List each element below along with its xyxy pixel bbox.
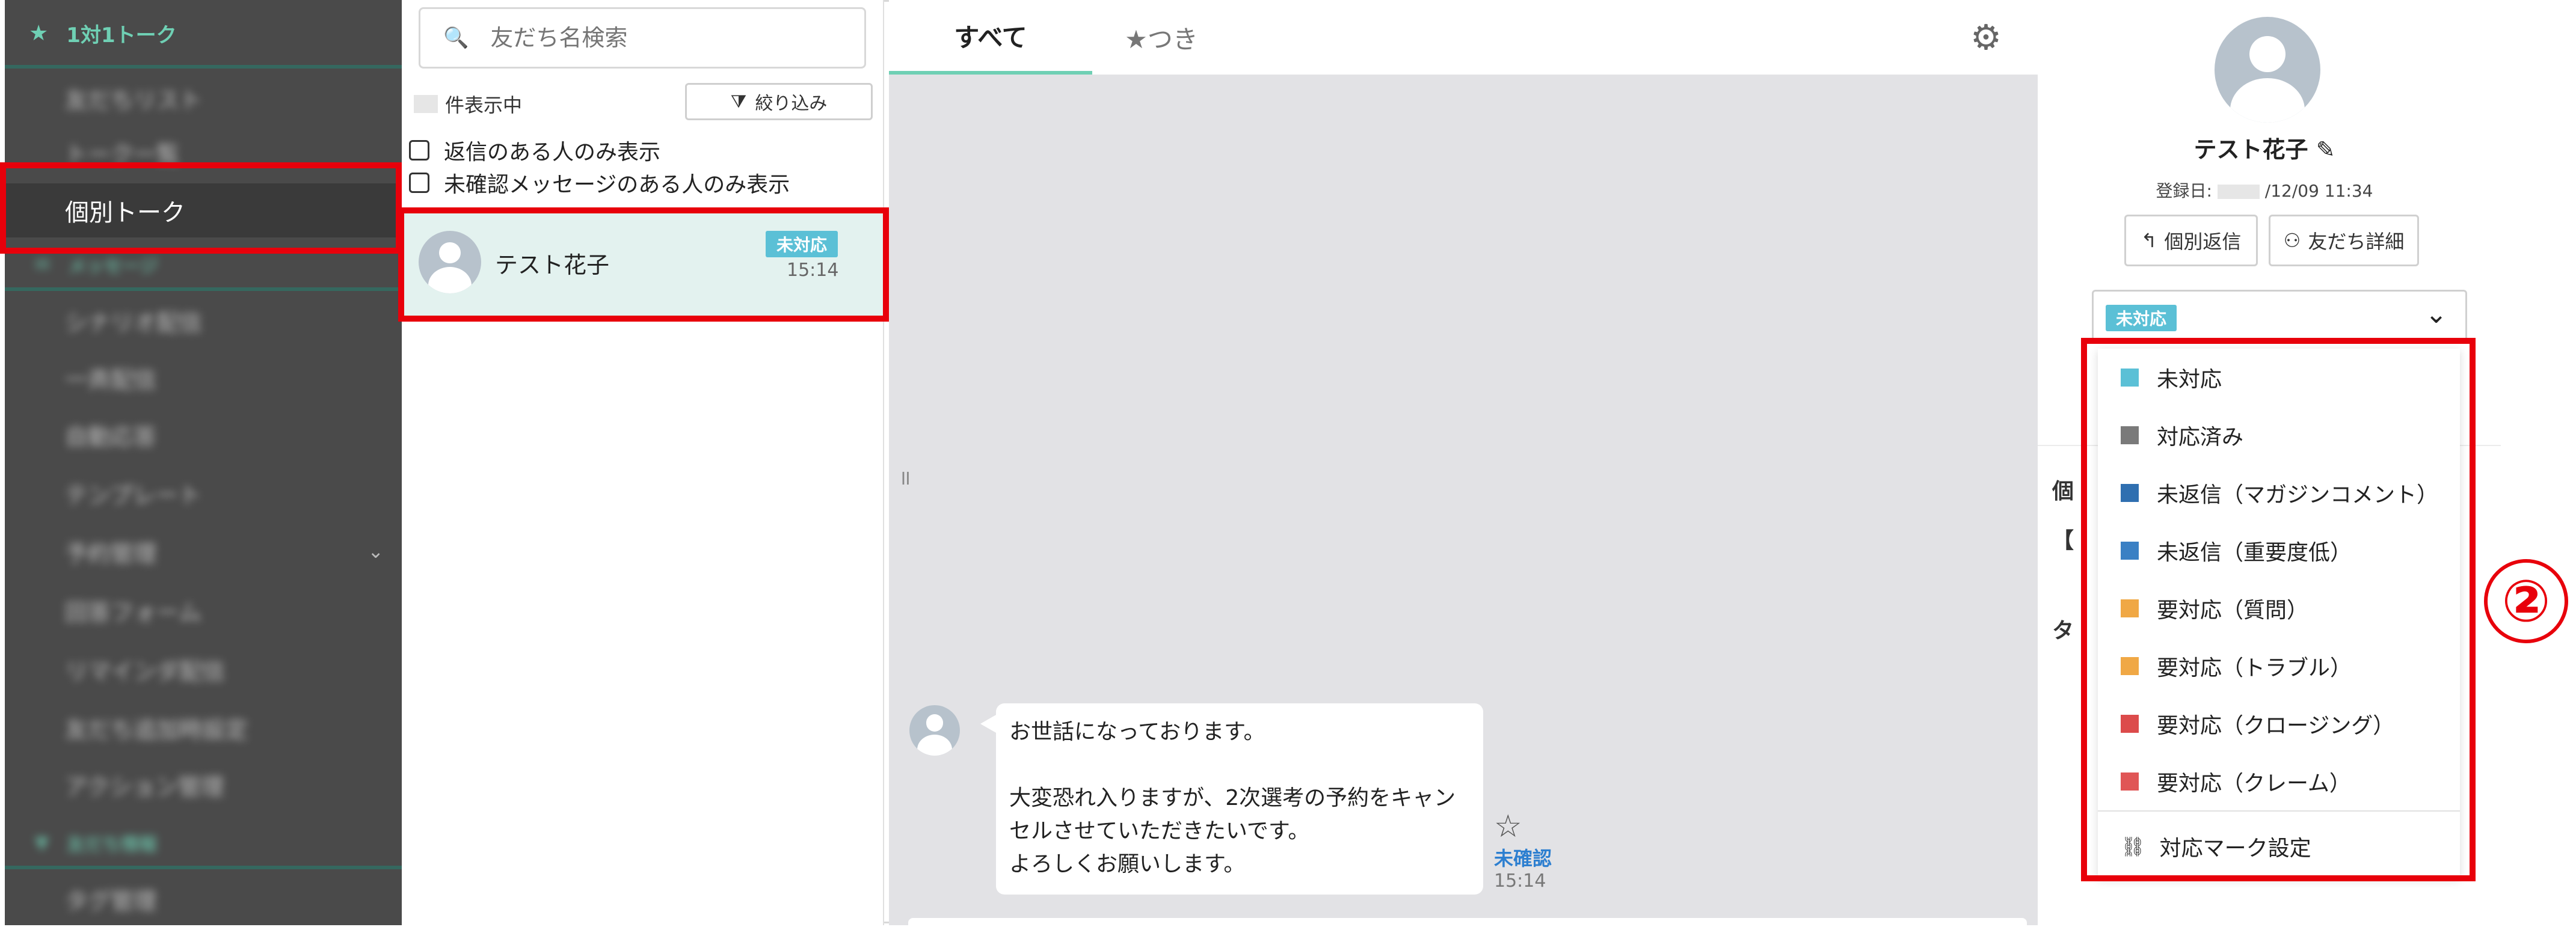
sidebar-item-actions[interactable]: アクション管理 [5, 757, 402, 812]
sidebar-item-reservation[interactable]: 予約管理 ⌄ [5, 524, 402, 578]
filter-button-label: 絞り込み [755, 93, 828, 114]
registered-date: /12/09 11:34 [2264, 181, 2373, 201]
pencil-icon[interactable]: ✎ [2316, 136, 2335, 163]
status-badge: 未対応 [2106, 305, 2177, 331]
sidebar-item-label: 一斉配信 [65, 366, 157, 393]
message-icon: ✉ [35, 254, 51, 275]
sidebar-item-reminder[interactable]: リマインダ配信 [5, 642, 402, 696]
star-icon[interactable]: ☆ [1494, 809, 1522, 845]
highlight-chat-item [398, 207, 889, 322]
unconfirmed-only-option[interactable]: 未確認メッセージのある人のみ表示 [409, 167, 790, 198]
sidebar-item-label: リマインダ配信 [65, 658, 226, 685]
sidebar-divider [5, 866, 402, 869]
reply-icon: ↰ [2141, 229, 2157, 252]
filter-button[interactable]: ⧩ 絞り込み [685, 83, 873, 120]
registered-year [2217, 185, 2260, 199]
sidebar-item-add-friend-settings[interactable]: 友だち追加時設定 [5, 700, 402, 754]
section-label: 【 [2052, 528, 2074, 553]
sidebar-item-label: 友だちリスト [65, 87, 203, 114]
sidebar-item-label: タグ管理 [65, 887, 157, 914]
sidebar-item-label: 回答フォーム [65, 599, 201, 626]
message-bubble: お世話になっております。 大変恐れ入りますが、2次選考の予約をキャンセルさせてい… [980, 703, 1483, 895]
tab-all[interactable]: すべて [889, 0, 1092, 75]
friend-detail-button-label: 友だち詳細 [2308, 230, 2405, 253]
section-label: 個 [2052, 479, 2074, 504]
sidebar-item-label: アクション管理 [65, 773, 224, 800]
profile-name-row: テスト花子 ✎ [2033, 131, 2496, 164]
chevron-down-icon: ⌄ [2425, 299, 2447, 329]
unconfirmed-only-checkbox[interactable] [409, 173, 429, 193]
sidebar-item-label: 予約管理 [65, 540, 157, 567]
result-count: 件表示中 [414, 90, 522, 118]
search-input[interactable] [489, 24, 829, 52]
resize-handle-icon[interactable]: ॥ [899, 463, 911, 491]
sidebar-item-scenario[interactable]: シナリオ配信 [5, 293, 402, 347]
tab-starred[interactable]: ★つき [1092, 0, 1231, 75]
unread-label: 未確認 [1494, 847, 1552, 870]
talk-tabs: すべて ★つき [889, 0, 2092, 75]
sidebar-item-auto-reply[interactable]: 自動応答 [5, 408, 402, 462]
registered-label: 登録日: [2156, 181, 2212, 201]
reply-only-option[interactable]: 返信のある人のみ表示 [409, 135, 660, 166]
sidebar-section-friends[interactable]: ▼ 友だち情報 [5, 819, 402, 867]
sidebar-item-friends-list[interactable]: 友だちリスト [5, 71, 402, 125]
reply-button-label: 個別返信 [2164, 230, 2242, 253]
profile-name: テスト花子 [2193, 136, 2308, 163]
section-label: タ [2052, 619, 2074, 643]
profile-avatar [2215, 17, 2320, 123]
sidebar-divider [5, 287, 402, 291]
search-field[interactable]: 🔍 [419, 7, 866, 69]
sidebar: ★ 1対1トーク 友だちリスト トーク一覧 個別トーク ✉ メッセージ シナリオ… [5, 0, 402, 925]
reply-only-label: 返信のある人のみ表示 [444, 140, 661, 165]
reply-only-checkbox[interactable] [409, 140, 429, 161]
sidebar-item-template[interactable]: テンプレート [5, 466, 402, 520]
chevron-down-icon: ▼ [35, 832, 49, 854]
sidebar-divider [5, 65, 402, 69]
sidebar-section-label: 友だち情報 [67, 834, 158, 855]
message-time: 15:14 [1494, 870, 1546, 892]
sidebar-item-label: 自動応答 [65, 423, 157, 450]
message-input[interactable] [908, 918, 2027, 930]
gear-icon[interactable]: ⚙ [1967, 17, 2005, 58]
status-select[interactable]: 未対応 ⌄ [2092, 290, 2467, 344]
sidebar-header-label: 1対1トーク [66, 23, 177, 47]
highlight-status-dropdown [2081, 338, 2476, 881]
sidebar-header[interactable]: ★ 1対1トーク [5, 0, 402, 66]
message-line: よろしくお願いします。 [1009, 852, 1246, 876]
sidebar-item-label: シナリオ配信 [65, 309, 203, 336]
sidebar-item-broadcast[interactable]: 一斉配信 [5, 350, 402, 405]
message-line: お世話になっております。 [1009, 720, 1265, 744]
sidebar-item-label: テンプレート [65, 482, 201, 509]
sidebar-item-label: 友だち追加時設定 [65, 716, 248, 743]
friend-detail-button[interactable]: ⚇ 友だち詳細 [2269, 215, 2419, 266]
star-icon: ★ [29, 20, 49, 46]
avatar [909, 705, 960, 756]
chevron-down-icon: ⌄ [367, 540, 384, 563]
highlight-individual-talk [0, 162, 402, 254]
message-line: 大変恐れ入りますが、2次選考の予約をキャンセルさせていただきたいです。 [1009, 786, 1456, 843]
annotation-two: ② [2484, 559, 2568, 643]
sidebar-item-form[interactable]: 回答フォーム [5, 583, 402, 637]
result-count-number [414, 95, 438, 113]
person-icon: ⚇ [2283, 229, 2301, 252]
result-count-label: 件表示中 [445, 94, 523, 117]
registered-row: 登録日: /12/09 11:34 [2033, 178, 2496, 202]
sidebar-item-tags[interactable]: タグ管理 [5, 872, 402, 926]
friend-list-panel: 🔍 件表示中 ⧩ 絞り込み 返信のある人のみ表示 未確認メッセージのある人のみ表… [402, 0, 884, 925]
search-icon: 🔍 [443, 26, 469, 50]
reply-button[interactable]: ↰ 個別返信 [2124, 215, 2258, 266]
sidebar-section-label: メッセージ [68, 256, 158, 277]
unconfirmed-only-label: 未確認メッセージのある人のみ表示 [444, 173, 790, 197]
filter-icon: ⧩ [730, 91, 747, 112]
